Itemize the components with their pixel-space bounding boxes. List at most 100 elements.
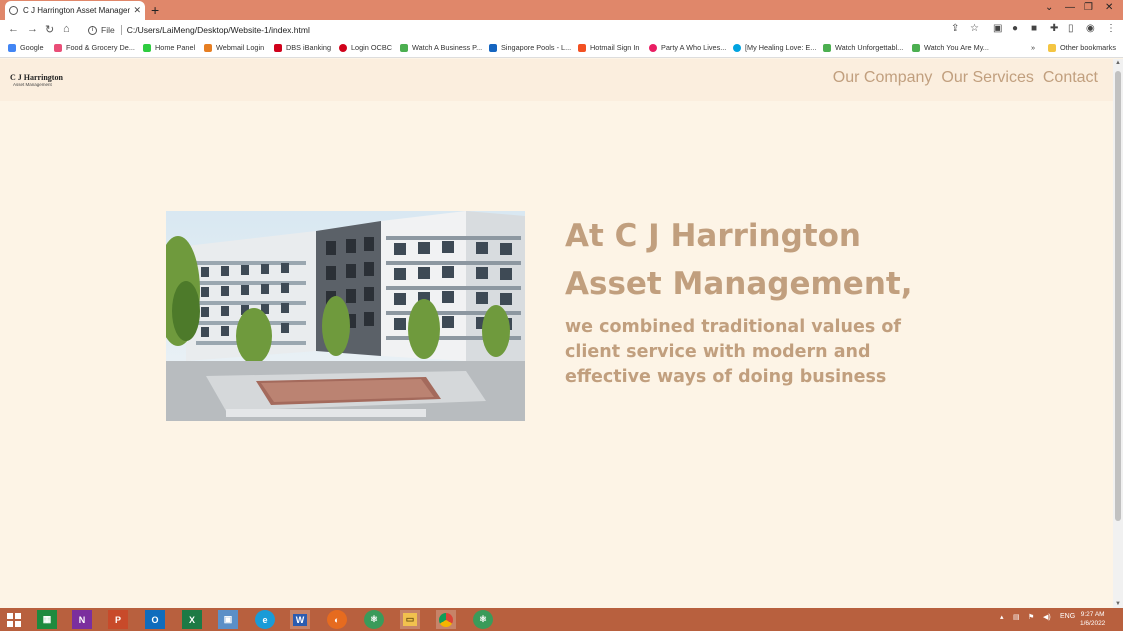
food-icon	[54, 43, 62, 52]
folder-icon	[1048, 43, 1056, 52]
bookmark-item[interactable]: Home Panel	[143, 43, 195, 52]
dbs-icon	[274, 43, 282, 52]
reload-icon[interactable]: ↻	[45, 23, 54, 36]
video-icon	[912, 43, 920, 52]
bookmark-item[interactable]: Google	[8, 43, 44, 52]
language-indicator[interactable]: ENG	[1060, 613, 1075, 620]
ocbc-icon	[339, 43, 347, 52]
close-tab-icon[interactable]: ✕	[133, 5, 141, 16]
word-icon[interactable]: W	[290, 610, 310, 629]
flag-icon[interactable]: ⚑	[1028, 613, 1034, 621]
bookmark-star-icon[interactable]: ☆	[970, 23, 979, 34]
bookmark-label: [My Healing Love: E...	[745, 43, 817, 52]
bookmark-label: Login OCBC	[351, 43, 392, 52]
control-panel-icon[interactable]: ▣	[218, 610, 238, 629]
other-bookmarks-folder[interactable]: Other bookmarks	[1048, 43, 1116, 52]
singapore-pools-icon	[489, 43, 497, 52]
tray-chevron-icon[interactable]: ▴	[1000, 613, 1004, 621]
extension-icon[interactable]: ▣	[993, 23, 1002, 34]
start-icon[interactable]	[4, 610, 24, 629]
menu-kebab-icon[interactable]: ⋮	[1106, 23, 1116, 34]
more-bookmarks-chevron-icon[interactable]: »	[1031, 43, 1035, 52]
bookmark-label: Home Panel	[155, 43, 196, 52]
bookmark-item[interactable]: Food & Grocery De...	[54, 43, 135, 52]
tab-search-icon[interactable]: ⌄	[1045, 2, 1053, 13]
bookmark-label: Hotmail Sign In	[590, 43, 640, 52]
file-explorer-icon[interactable]: ▭	[400, 610, 420, 629]
hero-headline-line2: Asset Management,	[565, 266, 913, 302]
bookmark-item[interactable]: DBS iBanking	[274, 43, 331, 52]
back-icon[interactable]: ←	[8, 23, 19, 35]
volume-icon[interactable]: ◀)	[1043, 613, 1051, 621]
bookmark-item[interactable]: [My Healing Love: E...	[733, 43, 816, 52]
clock-time: 9:27 AM	[1080, 611, 1105, 618]
bookmark-item[interactable]: Login OCBC	[339, 43, 392, 52]
puzzle-icon[interactable]: ✚	[1050, 23, 1058, 34]
bookmark-label: Watch Unforgettabl...	[835, 43, 904, 52]
bookmark-item[interactable]: Webmail Login	[204, 43, 264, 52]
bookmark-item[interactable]: Party A Who Lives...	[649, 43, 726, 52]
bookmark-item[interactable]: Hotmail Sign In	[578, 43, 639, 52]
bookmark-label: Watch A Business P...	[412, 43, 483, 52]
bookmark-label: Party A Who Lives...	[661, 43, 727, 52]
address-separator	[120, 25, 122, 35]
hero-subtext: we combined traditional values of client…	[565, 317, 901, 387]
web-page: C J Harrington Asset Management Our Comp…	[0, 59, 1113, 608]
side-panel-icon[interactable]: ▯	[1068, 23, 1074, 34]
chrome-icon[interactable]	[436, 610, 456, 629]
info-icon[interactable]: i	[88, 25, 97, 35]
bookmark-label: Webmail Login	[216, 43, 265, 52]
edge-icon[interactable]: e	[255, 610, 275, 629]
logo-name: C J Harrington	[10, 73, 63, 82]
globe-icon	[9, 6, 18, 15]
webmail-icon	[204, 43, 212, 52]
microsoft-icon	[578, 43, 586, 52]
onenote-icon[interactable]: N	[72, 610, 92, 629]
sheets-icon[interactable]: ▦	[37, 610, 57, 629]
bookmark-item[interactable]: Watch You Are My...	[912, 43, 989, 52]
nav-link-our-company[interactable]: Our Company	[833, 69, 933, 87]
bookmark-item[interactable]: Watch Unforgettabl...	[823, 43, 903, 52]
windows-taskbar: ▦ N P O X ▣ e W ◐ ⚛ ▭ ⚛ ▴ ▤ ⚑ ◀) ENG 9:2…	[0, 608, 1123, 631]
close-window-icon[interactable]: ✕	[1105, 2, 1113, 13]
atom-icon[interactable]: ⚛	[364, 610, 384, 629]
bookmark-item[interactable]: Watch A Business P...	[400, 43, 482, 52]
video-icon	[823, 43, 831, 52]
scroll-up-arrow-icon[interactable]: ▲	[1115, 60, 1121, 66]
bookmark-label: DBS iBanking	[286, 43, 332, 52]
extension-icon[interactable]: ■	[1031, 23, 1037, 34]
site-logo[interactable]: C J Harrington Asset Management	[10, 73, 63, 87]
network-icon[interactable]: ▤	[1013, 613, 1020, 621]
home-panel-icon	[143, 43, 151, 52]
nav-link-our-services[interactable]: Our Services	[941, 69, 1033, 87]
share-icon[interactable]: ⇪	[951, 23, 959, 34]
scroll-down-arrow-icon[interactable]: ▼	[1115, 601, 1121, 607]
new-tab-button[interactable]: +	[151, 2, 159, 18]
page-scrollbar[interactable]: ▲ ▼	[1113, 59, 1123, 608]
system-clock[interactable]: 9:27 AM 1/6/2022	[1080, 610, 1105, 628]
forward-icon[interactable]: →	[27, 23, 38, 35]
atom-icon[interactable]: ⚛	[473, 610, 493, 629]
outlook-icon[interactable]: O	[145, 610, 165, 629]
minimize-icon[interactable]: —	[1065, 2, 1075, 13]
home-icon[interactable]: ⌂	[63, 23, 70, 35]
address-url[interactable]: C:/Users/LaiMeng/Desktop/Website-1/index…	[127, 25, 310, 35]
other-bookmarks-label: Other bookmarks	[1060, 43, 1116, 52]
bookmark-item[interactable]: Singapore Pools - L...	[489, 43, 571, 52]
restore-icon[interactable]: ❐	[1084, 2, 1093, 13]
excel-icon[interactable]: X	[182, 610, 202, 629]
nav-link-contact[interactable]: Contact	[1043, 69, 1098, 87]
address-scheme: File	[101, 25, 115, 35]
browser-toolbar: ← → ↻ ⌂ i File C:/Users/LaiMeng/Desktop/…	[0, 20, 1123, 40]
powerpoint-icon[interactable]: P	[108, 610, 128, 629]
microphone-icon[interactable]: ●	[1012, 23, 1018, 34]
scrollbar-thumb[interactable]	[1115, 71, 1121, 521]
address-bar[interactable]: i File C:/Users/LaiMeng/Desktop/Website-…	[83, 22, 988, 38]
browser-tab-active[interactable]: C J Harrington Asset Management ✕	[5, 1, 145, 20]
healing-love-icon	[733, 43, 741, 52]
site-nav-links: Our Company Our Services Contact	[833, 69, 1098, 87]
profile-avatar-icon[interactable]: ◉	[1086, 23, 1095, 34]
firefox-icon[interactable]: ◐	[327, 610, 347, 629]
google-icon	[8, 43, 16, 52]
browser-tab-strip: C J Harrington Asset Management ✕ + ⌄ — …	[0, 0, 1123, 20]
